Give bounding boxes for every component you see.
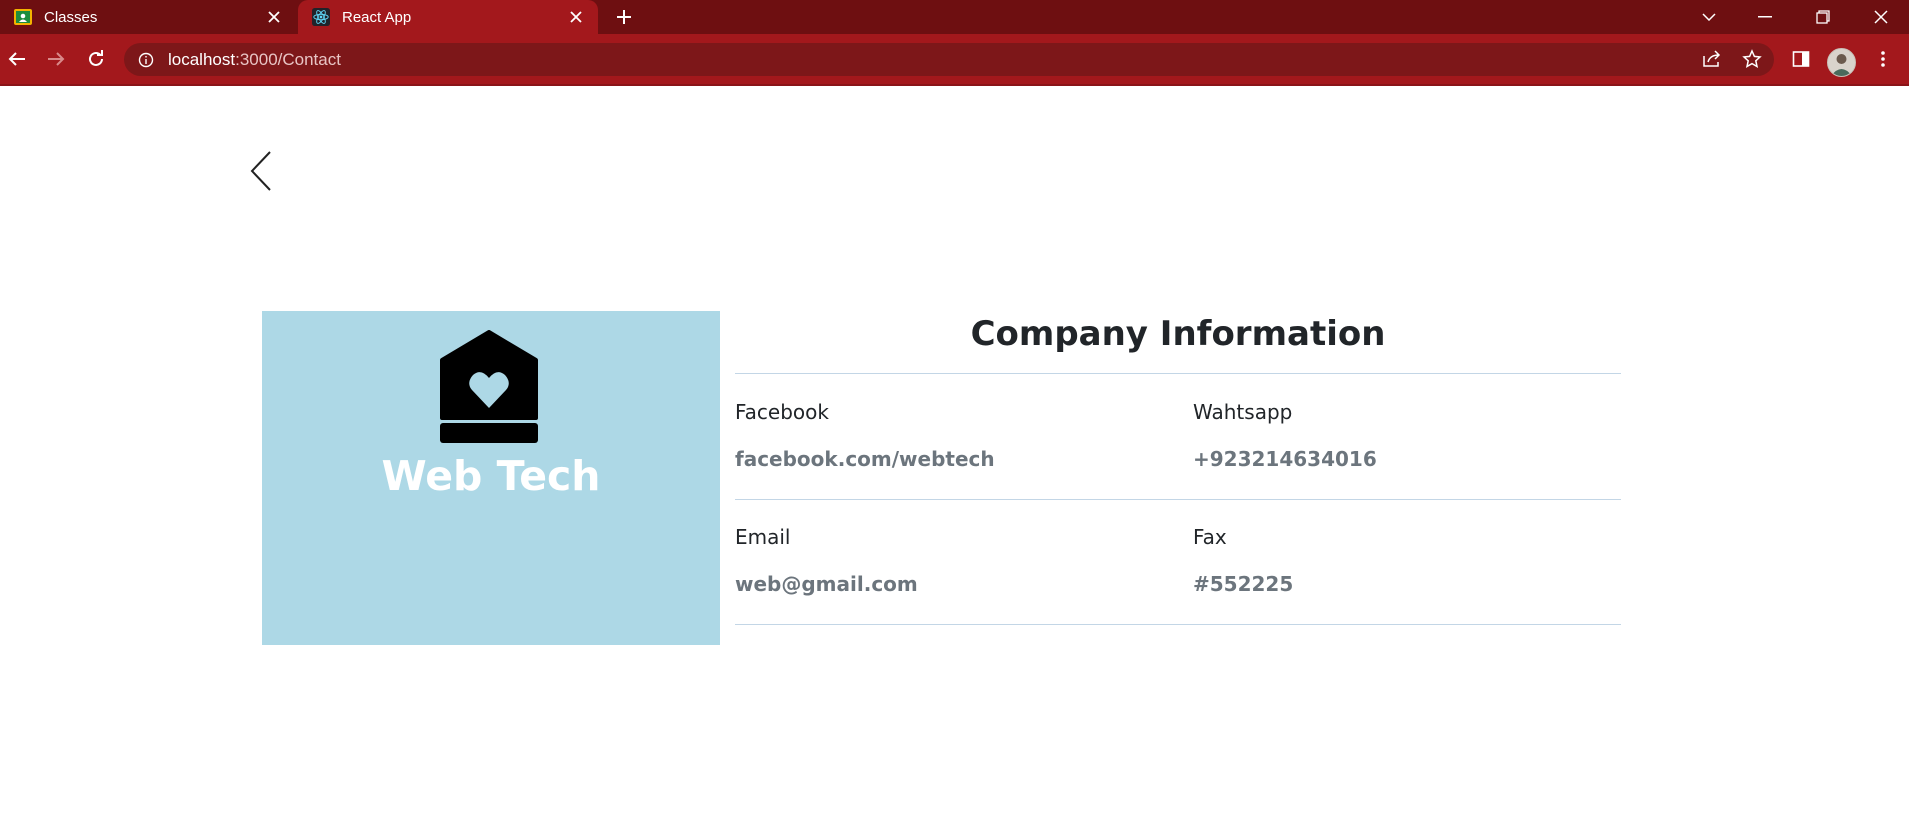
arrow-right-icon [48,52,65,66]
react-icon [312,8,330,26]
side-panel-icon [1792,51,1810,67]
brand-name: Web Tech [381,452,601,500]
address-bar[interactable]: localhost:3000/Contact [124,43,1774,76]
url-text: localhost:3000/Contact [168,50,341,70]
restore-icon [1816,10,1830,24]
close-tab-icon[interactable] [260,3,288,31]
bookmark-button[interactable] [1737,44,1767,74]
tab-title: React App [342,8,412,26]
close-window-button[interactable] [1853,0,1909,34]
star-icon [1742,49,1762,68]
tab-search-button[interactable] [1681,0,1737,34]
restore-button[interactable] [1795,0,1851,34]
reload-button[interactable] [81,44,111,74]
back-button[interactable] [2,44,32,74]
facebook-label: Facebook [735,400,829,424]
arrow-left-icon [8,52,25,66]
tab-react-app[interactable]: React App [298,0,598,34]
side-panel-button[interactable] [1786,44,1816,74]
plus-icon [617,10,631,24]
fax-label: Fax [1193,525,1227,549]
whatsapp-value: +923214634016 [1193,447,1377,471]
back-chevron-icon[interactable] [248,150,274,192]
minimize-button[interactable] [1737,0,1793,34]
house-heart-icon [436,330,542,444]
browser-menu-button[interactable] [1868,44,1898,74]
chevron-down-icon [1702,13,1716,21]
new-tab-button[interactable] [610,3,638,31]
profile-avatar[interactable] [1827,48,1856,77]
divider [735,373,1621,374]
fax-value: #552225 [1193,572,1294,596]
share-icon [1703,50,1721,67]
divider [735,499,1621,500]
tab-title: Classes [44,8,98,26]
reload-icon [89,50,103,66]
minimize-icon [1758,16,1772,18]
close-tab-icon[interactable] [562,3,590,31]
share-button[interactable] [1697,44,1727,74]
browser-toolbar: localhost:3000/Contact [0,34,1909,86]
site-info-icon[interactable] [136,50,156,70]
more-vertical-icon [1881,51,1885,67]
brand-panel: Web Tech [262,311,720,645]
url-host: localhost [168,49,236,69]
email-value: web@gmail.com [735,572,918,596]
google-classroom-icon [14,8,32,26]
whatsapp-label: Wahtsapp [1193,400,1293,424]
tab-classes[interactable]: Classes [0,0,296,34]
close-icon [1874,10,1888,24]
forward-button[interactable] [41,44,71,74]
email-label: Email [735,525,791,549]
divider [735,624,1621,625]
browser-tab-strip: Classes React App [0,0,1909,34]
facebook-value: facebook.com/webtech [735,447,995,471]
url-path: :3000/Contact [235,49,341,69]
company-info-title: Company Information [970,314,1386,354]
